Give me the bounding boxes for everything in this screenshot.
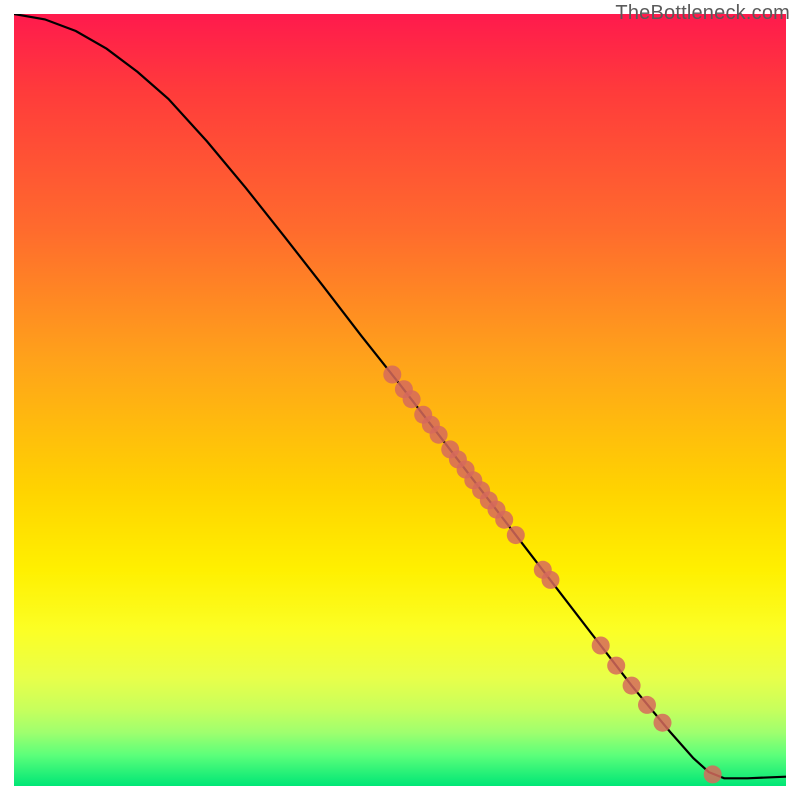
scatter-markers	[383, 366, 721, 784]
scatter-point	[592, 637, 610, 655]
scatter-point	[430, 426, 448, 444]
scatter-point	[542, 571, 560, 589]
scatter-point	[495, 511, 513, 529]
scatter-point	[383, 366, 401, 384]
scatter-point	[638, 696, 656, 714]
chart-container: TheBottleneck.com	[0, 0, 800, 800]
chart-overlay-svg	[14, 14, 786, 786]
scatter-point	[607, 657, 625, 675]
scatter-point	[654, 714, 672, 732]
scatter-point	[403, 390, 421, 408]
scatter-point	[507, 526, 525, 544]
scatter-point	[704, 765, 722, 783]
scatter-point	[623, 677, 641, 695]
watermark-text: TheBottleneck.com	[615, 2, 790, 25]
